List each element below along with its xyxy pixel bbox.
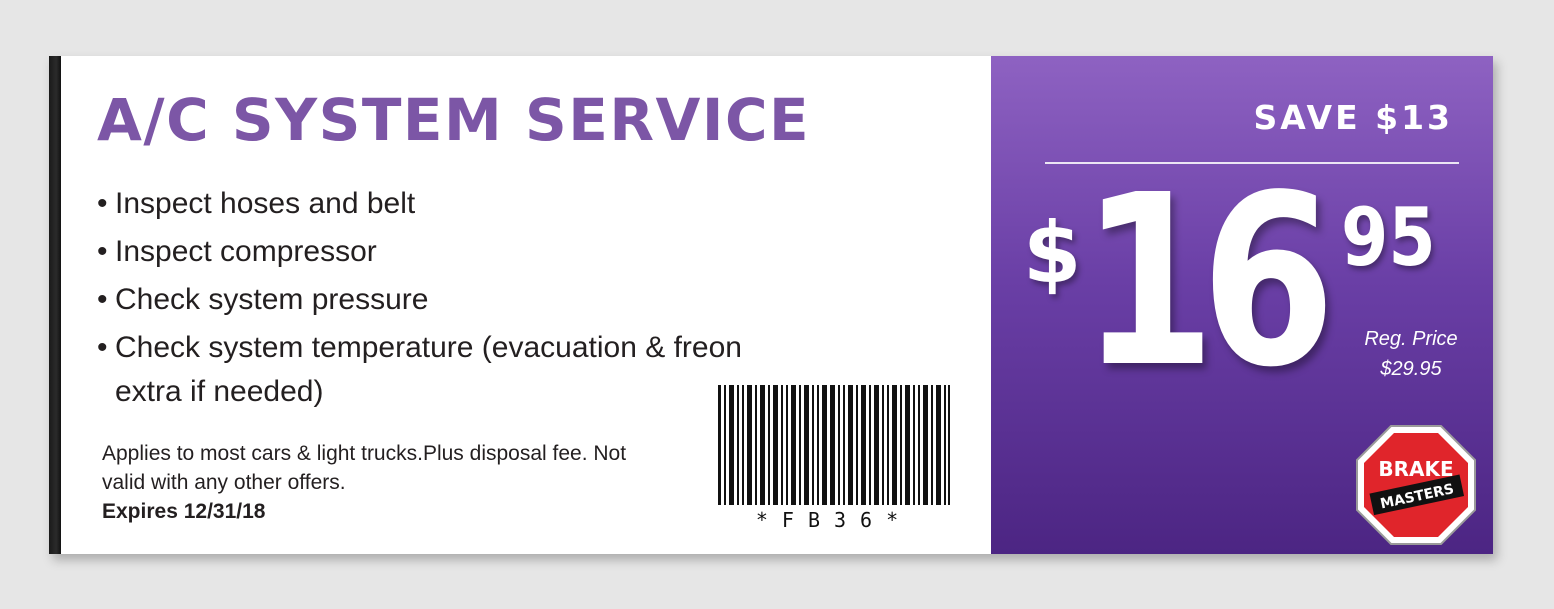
price-cents: 95 [1341, 191, 1436, 284]
brake-masters-logo: BRAKE MASTERS [1356, 425, 1476, 545]
regular-price-label: Reg. Price [1364, 328, 1458, 350]
logo-line-1: BRAKE [1378, 457, 1453, 481]
bullet-marker: • [97, 235, 108, 268]
bullet-item: • Check system pressure [97, 276, 795, 324]
bullet-text: Check system pressure [115, 283, 429, 316]
price-dollars: 16 [1081, 144, 1336, 419]
price-dollar-sign: $ [1023, 204, 1082, 302]
service-title: A/C SYSTEM SERVICE [97, 86, 811, 154]
left-edge-strip [49, 56, 61, 554]
bullet-marker: • [97, 187, 108, 220]
coupon-card: A/C SYSTEM SERVICE • Inspect hoses and b… [49, 56, 1493, 554]
expiration-date: Expires 12/31/18 [102, 500, 266, 523]
barcode-icon [718, 385, 950, 505]
barcode-code: *FB36* [755, 508, 913, 532]
service-bullet-list: • Inspect hoses and belt • Inspect compr… [97, 180, 795, 412]
bullet-text-continuation: extra if needed) [115, 375, 324, 408]
price-panel: SAVE $13 $ 16 95 Reg. Price $29.95 BRAKE… [991, 56, 1493, 554]
savings-label: SAVE $13 [1253, 98, 1453, 137]
bullet-text: Check system temperature (evacuation & f… [115, 331, 742, 364]
bullet-item: • Check system temperature (evacuation &… [97, 324, 795, 412]
bullet-marker: • [97, 331, 108, 364]
bullet-marker: • [97, 283, 108, 316]
fine-print: Applies to most cars & light trucks.Plus… [102, 439, 642, 526]
bullet-item: • Inspect hoses and belt [97, 180, 795, 228]
bullet-text: Inspect compressor [115, 235, 377, 268]
bullet-text: Inspect hoses and belt [115, 187, 416, 220]
regular-price-value: $29.95 [1380, 358, 1442, 380]
bullet-item: • Inspect compressor [97, 228, 795, 276]
fine-print-text: Applies to most cars & light trucks.Plus… [102, 442, 627, 494]
coupon-details-panel: A/C SYSTEM SERVICE • Inspect hoses and b… [61, 56, 991, 554]
